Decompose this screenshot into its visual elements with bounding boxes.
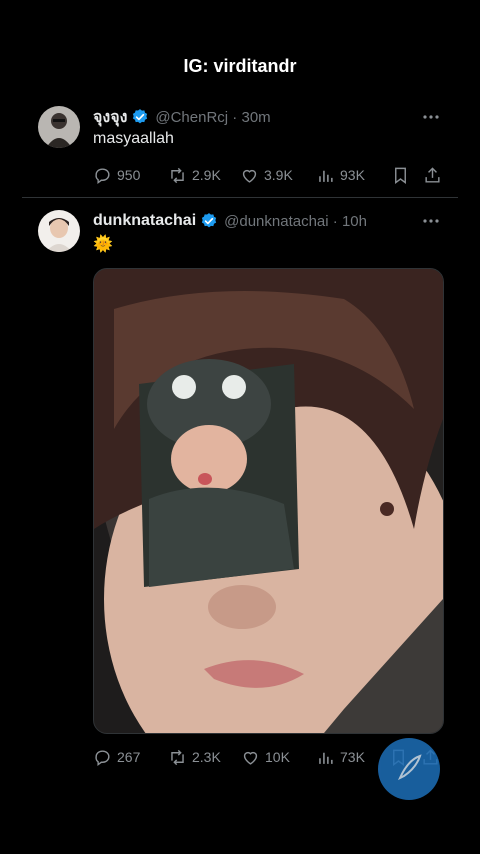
reply-icon: [95, 167, 110, 184]
compose-fab-button[interactable]: [378, 738, 440, 800]
views-bar-icon: [319, 752, 333, 764]
reply-count: 950: [117, 167, 141, 183]
like-button[interactable]: 3.9K: [240, 163, 293, 187]
more-horizontal-icon: [423, 115, 439, 119]
verified-badge-icon: [133, 109, 148, 124]
views-button[interactable]: 73K: [316, 745, 365, 769]
separator-dot: ·: [328, 212, 342, 230]
handle[interactable]: @ChenRcj: [155, 109, 228, 126]
heart-icon: [243, 751, 258, 765]
heart-icon: [242, 169, 257, 183]
retweet-button[interactable]: 2.9K: [168, 163, 221, 187]
separator-dot: ·: [228, 108, 242, 126]
display-name[interactable]: dunknatachai: [93, 212, 196, 230]
photo-illustration: [94, 269, 443, 733]
more-horizontal-icon: [423, 219, 439, 223]
tweet-divider: [22, 197, 458, 198]
bookmark-icon: [395, 167, 406, 184]
compose-feather-icon: [397, 754, 422, 781]
display-name[interactable]: จุงจุง: [93, 105, 127, 130]
handle[interactable]: @dunknatachai: [224, 213, 328, 230]
share-button[interactable]: [423, 163, 447, 187]
like-button[interactable]: 10K: [241, 745, 290, 769]
views-button[interactable]: 93K: [316, 163, 365, 187]
avatar[interactable]: [38, 210, 80, 252]
retweet-icon: [171, 749, 184, 765]
timestamp[interactable]: 30m: [241, 109, 270, 126]
avatar[interactable]: [38, 106, 80, 148]
retweet-icon: [171, 167, 184, 183]
retweet-count: 2.3K: [192, 749, 221, 765]
retweet-count: 2.9K: [192, 167, 221, 183]
action-bar: 950 2.9K 3.9K 93K: [93, 163, 443, 187]
tweet-header: จุงจุง @ChenRcj · 30m: [93, 106, 271, 128]
views-bar-icon: [319, 170, 333, 182]
verified-badge-icon: [202, 213, 217, 228]
reply-button[interactable]: 267: [93, 745, 140, 769]
view-count: 73K: [340, 749, 365, 765]
watermark-text: IG: virditandr: [183, 56, 297, 76]
reply-button[interactable]: 950: [93, 163, 140, 187]
more-button[interactable]: [422, 210, 440, 232]
tweet-text: 🌞: [93, 236, 113, 253]
reply-icon: [95, 749, 110, 766]
like-count: 3.9K: [264, 167, 293, 183]
tweet-header: dunknatachai @dunknatachai · 10h: [93, 210, 367, 232]
view-count: 93K: [340, 167, 365, 183]
tweet-text: masyaallah: [93, 130, 174, 147]
reply-count: 267: [117, 749, 141, 765]
retweet-button[interactable]: 2.3K: [168, 745, 221, 769]
timestamp[interactable]: 10h: [342, 213, 367, 230]
bookmark-button[interactable]: [391, 163, 415, 187]
share-icon: [425, 166, 440, 183]
like-count: 10K: [265, 749, 290, 765]
more-button[interactable]: [422, 106, 440, 128]
tweet-media-photo[interactable]: [93, 268, 444, 734]
